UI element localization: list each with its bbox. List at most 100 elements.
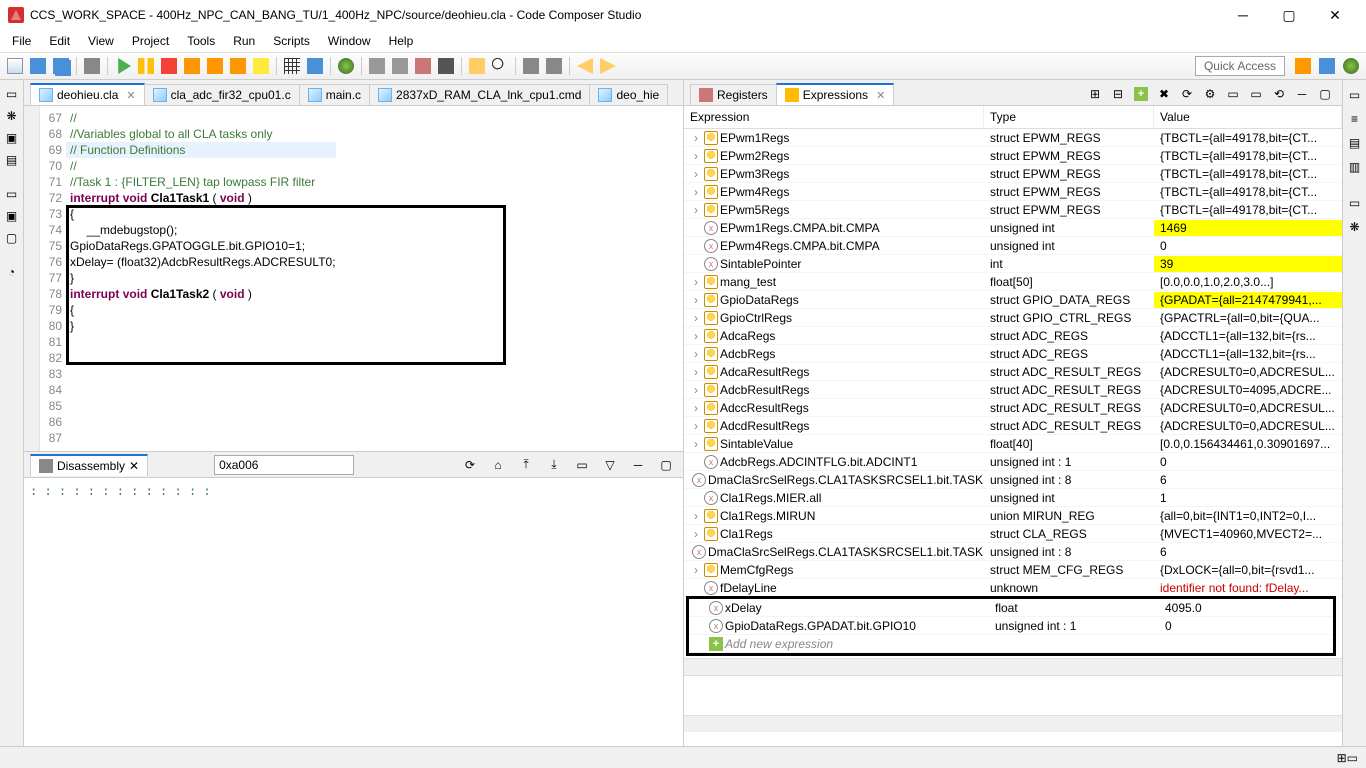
maximize-button[interactable]: ▢ xyxy=(1266,0,1312,30)
expressions-table[interactable]: Expression Type Value ›EPwm1Regsstruct E… xyxy=(684,106,1342,746)
vtb-btn-2[interactable]: ❋ xyxy=(2,106,22,126)
expression-row[interactable]: ›AdcaResultRegsstruct ADC_RESULT_REGS{AD… xyxy=(684,363,1342,381)
perspective-debug-button[interactable] xyxy=(1316,55,1338,77)
rvtb-2[interactable]: ≡ xyxy=(1344,108,1366,130)
rvtb-4[interactable]: ▥ xyxy=(1344,156,1366,178)
expr-tb-remove[interactable]: ✖ xyxy=(1153,83,1175,105)
minimize-button[interactable]: ─ xyxy=(1220,0,1266,30)
expand-toggle[interactable]: › xyxy=(690,203,702,217)
save-all-button[interactable] xyxy=(50,55,72,77)
vtb-btn-6[interactable]: ▣ xyxy=(2,206,22,226)
tab-registers[interactable]: Registers xyxy=(690,84,777,105)
dasm-tb-5[interactable]: ▭ xyxy=(571,454,593,476)
col-value[interactable]: Value xyxy=(1154,106,1342,128)
rvtb-5[interactable]: ▭ xyxy=(1344,192,1366,214)
col-type[interactable]: Type xyxy=(984,106,1154,128)
new-button[interactable] xyxy=(4,55,26,77)
expression-row[interactable]: AdcbRegs.ADCINTFLG.bit.ADCINT1unsigned i… xyxy=(684,453,1342,471)
menu-run[interactable]: Run xyxy=(225,32,263,50)
perspective-other-button[interactable] xyxy=(1340,55,1362,77)
expand-toggle[interactable]: › xyxy=(690,185,702,199)
close-icon[interactable]: ✕ xyxy=(129,459,139,473)
expression-row[interactable]: ›Cla1Regs.MIRUNunion MIRUN_REG{all=0,bit… xyxy=(684,507,1342,525)
expression-row[interactable]: ›GpioCtrlRegsstruct GPIO_CTRL_REGS{GPACT… xyxy=(684,309,1342,327)
rvtb-1[interactable]: ▭ xyxy=(1344,84,1366,106)
expand-toggle[interactable]: › xyxy=(690,527,702,541)
expression-row[interactable]: EPwm4Regs.CMPA.bit.CMPAunsigned int0 xyxy=(684,237,1342,255)
restart-button[interactable] xyxy=(250,55,272,77)
expression-row[interactable]: ›GpioDataRegsstruct GPIO_DATA_REGS{GPADA… xyxy=(684,291,1342,309)
tool-button-3[interactable] xyxy=(412,55,434,77)
editor-tab[interactable]: deo_hie xyxy=(589,84,668,105)
expression-row[interactable]: ›AdcbResultRegsstruct ADC_RESULT_REGS{AD… xyxy=(684,381,1342,399)
dasm-tb-4[interactable]: ⤓ xyxy=(543,454,565,476)
back-button[interactable] xyxy=(574,55,596,77)
search-button[interactable] xyxy=(489,55,511,77)
dasm-tb-3[interactable]: ⤒ xyxy=(515,454,537,476)
settings-button[interactable] xyxy=(520,55,542,77)
editor-tab[interactable]: deohieu.cla✕ xyxy=(30,83,145,105)
menu-window[interactable]: Window xyxy=(320,32,379,50)
expression-row[interactable]: ›AdcdResultRegsstruct ADC_RESULT_REGS{AD… xyxy=(684,417,1342,435)
expression-row[interactable]: ›AdcaRegsstruct ADC_REGS{ADCCTL1={all=13… xyxy=(684,327,1342,345)
menu-view[interactable]: View xyxy=(80,32,122,50)
perspective-ccs-button[interactable] xyxy=(1292,55,1314,77)
editor-tab[interactable]: main.c xyxy=(299,84,370,105)
expand-toggle[interactable]: › xyxy=(690,131,702,145)
expr-tb-add[interactable] xyxy=(1130,83,1152,105)
expression-row[interactable]: DmaClaSrcSelRegs.CLA1TASKSRCSEL1.bit.TAS… xyxy=(684,543,1342,561)
step-return-button[interactable] xyxy=(227,55,249,77)
expr-tb-2[interactable]: ⊟ xyxy=(1107,83,1129,105)
expand-toggle[interactable]: › xyxy=(690,293,702,307)
disassembly-body[interactable]: : : : : : : : : : : : : : xyxy=(24,478,683,746)
forward-button[interactable] xyxy=(597,55,619,77)
expr-tb-max[interactable]: ▢ xyxy=(1314,83,1336,105)
expression-row[interactable]: ›EPwm4Regsstruct EPWM_REGS{TBCTL={all=49… xyxy=(684,183,1342,201)
expression-row[interactable]: ›EPwm5Regsstruct EPWM_REGS{TBCTL={all=49… xyxy=(684,201,1342,219)
step-into-button[interactable] xyxy=(181,55,203,77)
expression-row[interactable]: ›AdccResultRegsstruct ADC_RESULT_REGS{AD… xyxy=(684,399,1342,417)
expr-tb-7[interactable]: ▭ xyxy=(1245,83,1267,105)
vtb-btn-7[interactable]: ▢ xyxy=(2,228,22,248)
expression-row[interactable]: ›SintableValuefloat[40][0.0,0.156434461,… xyxy=(684,435,1342,453)
vtb-btn-3[interactable]: ▣ xyxy=(2,128,22,148)
expr-tb-min[interactable]: ─ xyxy=(1291,83,1313,105)
disassembly-address-input[interactable] xyxy=(214,455,354,475)
expression-row[interactable]: ›MemCfgRegsstruct MEM_CFG_REGS{DxLOCK={a… xyxy=(684,561,1342,579)
dasm-tb-max[interactable]: ▢ xyxy=(655,454,677,476)
expr-tb-6[interactable]: ▭ xyxy=(1222,83,1244,105)
horizontal-scrollbar[interactable] xyxy=(684,658,1342,675)
save-button[interactable] xyxy=(27,55,49,77)
tool-button-1[interactable] xyxy=(366,55,388,77)
dasm-tb-1[interactable]: ⟳ xyxy=(459,454,481,476)
vtb-btn-8[interactable]: ◔ xyxy=(2,262,22,282)
vtb-btn-4[interactable]: ▤ xyxy=(2,150,22,170)
rvtb-3[interactable]: ▤ xyxy=(1344,132,1366,154)
expression-row[interactable]: SintablePointerint39 xyxy=(684,255,1342,273)
expression-row[interactable]: ›EPwm1Regsstruct EPWM_REGS{TBCTL={all=49… xyxy=(684,129,1342,147)
tool-button-2[interactable] xyxy=(389,55,411,77)
expr-tb-8[interactable]: ⟲ xyxy=(1268,83,1290,105)
editor-tab[interactable]: 2837xD_RAM_CLA_lnk_cpu1.cmd xyxy=(369,84,590,105)
expression-row[interactable]: ›mang_testfloat[50][0.0,0.0,1.0,2.0,3.0.… xyxy=(684,273,1342,291)
expression-row[interactable]: Add new expression xyxy=(689,635,1333,653)
expand-toggle[interactable]: › xyxy=(690,329,702,343)
expand-toggle[interactable]: › xyxy=(690,311,702,325)
dasm-tb-6[interactable]: ▽ xyxy=(599,454,621,476)
pause-button[interactable] xyxy=(135,55,157,77)
expand-toggle[interactable]: › xyxy=(690,167,702,181)
horizontal-scrollbar-2[interactable] xyxy=(684,715,1342,732)
wrench-button[interactable] xyxy=(543,55,565,77)
expr-tb-refresh[interactable]: ⟳ xyxy=(1176,83,1198,105)
editor-tab[interactable]: cla_adc_fir32_cpu01.c xyxy=(144,84,300,105)
expand-toggle[interactable]: › xyxy=(690,401,702,415)
vtb-btn-1[interactable]: ▭ xyxy=(2,84,22,104)
vtb-btn-5[interactable]: ▭ xyxy=(2,184,22,204)
expand-toggle[interactable]: › xyxy=(690,275,702,289)
expand-toggle[interactable]: › xyxy=(690,149,702,163)
step-over-button[interactable] xyxy=(204,55,226,77)
resume-button[interactable] xyxy=(112,55,134,77)
menu-scripts[interactable]: Scripts xyxy=(265,32,318,50)
expand-toggle[interactable]: › xyxy=(690,419,702,433)
col-expression[interactable]: Expression xyxy=(684,106,984,128)
